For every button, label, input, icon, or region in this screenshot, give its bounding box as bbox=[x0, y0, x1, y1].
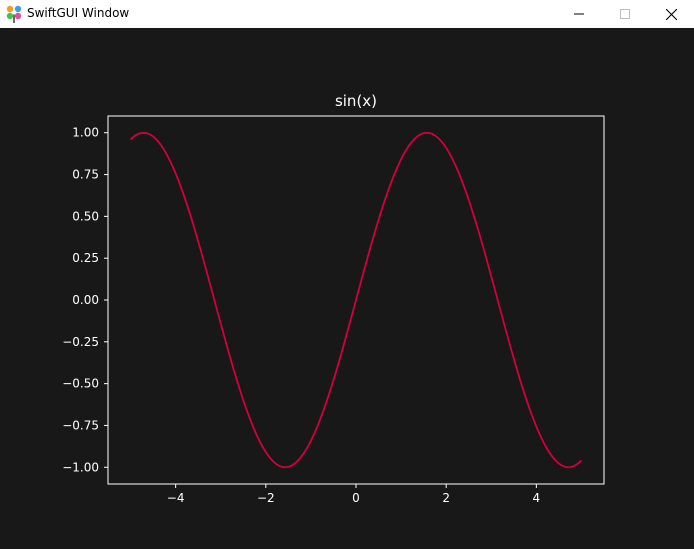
x-tick-label: 2 bbox=[442, 491, 450, 505]
axes: −4 −2 0 2 4 1.00 0.75 0.50 0.25 0.00 −0.25 −0.50 −0.… bbox=[62, 115, 605, 505]
minimize-button[interactable] bbox=[556, 0, 602, 28]
close-icon bbox=[665, 8, 677, 20]
title-bar: SwiftGUI Window bbox=[0, 0, 694, 28]
y-tick-label: 0.00 bbox=[72, 293, 99, 307]
plot-area bbox=[129, 131, 583, 469]
sin-chart: sin(x) −4 −2 0 2 41.000.750.500.250.00−0.25−… bbox=[62, 92, 605, 505]
x-tick-label: 0 bbox=[352, 491, 360, 505]
y-tick-label: −0.25 bbox=[62, 335, 99, 349]
y-tick-label: 0.50 bbox=[72, 209, 99, 223]
x-tick-label: 4 bbox=[533, 491, 541, 505]
maximize-button[interactable] bbox=[602, 0, 648, 28]
pinwheel-app-icon bbox=[6, 5, 22, 23]
y-tick-label: 0.25 bbox=[72, 251, 99, 265]
window-client-area: sin(x) −4 −2 0 2 4 1.00 0.75 0.50 0.25 0.00 −0.25−… bbox=[0, 28, 694, 549]
y-tick-label: −0.50 bbox=[62, 377, 99, 391]
series-line-sin bbox=[129, 131, 583, 469]
chart-title: sin(x) bbox=[335, 92, 377, 110]
maximize-icon bbox=[620, 9, 630, 19]
y-tick-label: 0.75 bbox=[72, 168, 99, 182]
y-tick-label: −0.75 bbox=[62, 418, 99, 432]
x-tick-label: −4 bbox=[167, 491, 185, 505]
y-tick-label: −1.00 bbox=[62, 460, 99, 474]
x-tick-label: −2 bbox=[257, 491, 275, 505]
minimize-icon bbox=[574, 13, 584, 15]
y-tick-label: 1.00 bbox=[72, 126, 99, 140]
window-title: SwiftGUI Window bbox=[27, 6, 130, 20]
close-button[interactable] bbox=[648, 0, 694, 28]
